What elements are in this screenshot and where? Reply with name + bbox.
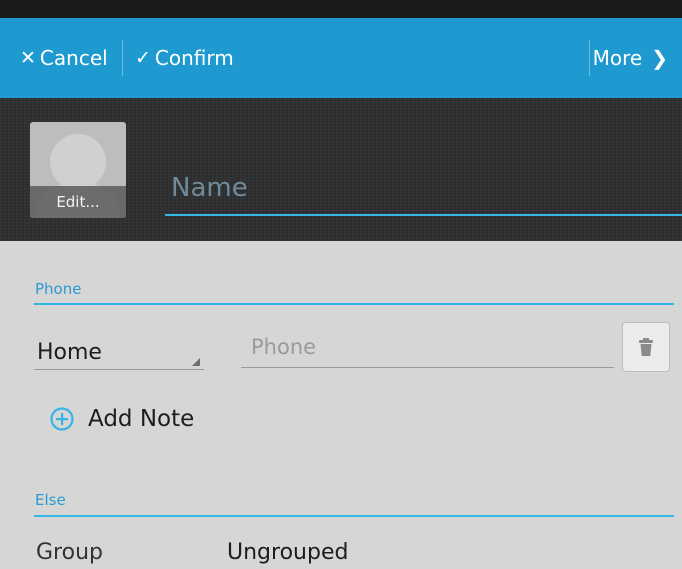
group-value[interactable]: Ungrouped xyxy=(227,540,348,565)
action-bar: ✕ Cancel ✓ Confirm More ❯ xyxy=(0,18,682,98)
confirm-button[interactable]: ✓ Confirm xyxy=(135,18,234,98)
add-note-label: Add Note xyxy=(88,406,195,432)
cancel-label: Cancel xyxy=(39,46,108,70)
chevron-right-icon: ❯ xyxy=(651,46,668,70)
phone-type-value: Home xyxy=(37,340,102,365)
more-label: More xyxy=(592,46,643,70)
name-input[interactable] xyxy=(165,168,682,216)
phone-type-spinner[interactable]: Home xyxy=(34,332,204,370)
delete-phone-button[interactable] xyxy=(622,322,670,372)
avatar[interactable]: Edit... xyxy=(30,122,126,218)
actionbar-divider xyxy=(122,40,123,76)
plus-circle-icon xyxy=(50,407,74,431)
avatar-edit-button[interactable]: Edit... xyxy=(30,186,126,218)
section-divider xyxy=(34,515,674,517)
add-note-button[interactable]: Add Note xyxy=(50,400,194,438)
group-label: Group xyxy=(36,540,103,565)
more-button[interactable]: More ❯ xyxy=(593,18,668,98)
status-bar xyxy=(0,0,682,18)
phone-input[interactable] xyxy=(241,330,614,368)
phone-section-title: Phone xyxy=(35,280,82,298)
contact-header: Edit... xyxy=(0,98,682,241)
close-icon: ✕ xyxy=(20,47,36,69)
trash-icon xyxy=(639,338,653,356)
section-divider xyxy=(34,303,674,305)
else-section-title: Else xyxy=(35,491,66,509)
checkmark-icon: ✓ xyxy=(135,47,151,69)
dropdown-corner-icon xyxy=(192,358,200,366)
cancel-button[interactable]: ✕ Cancel xyxy=(20,18,108,98)
confirm-label: Confirm xyxy=(154,46,234,70)
actionbar-divider xyxy=(589,40,590,76)
